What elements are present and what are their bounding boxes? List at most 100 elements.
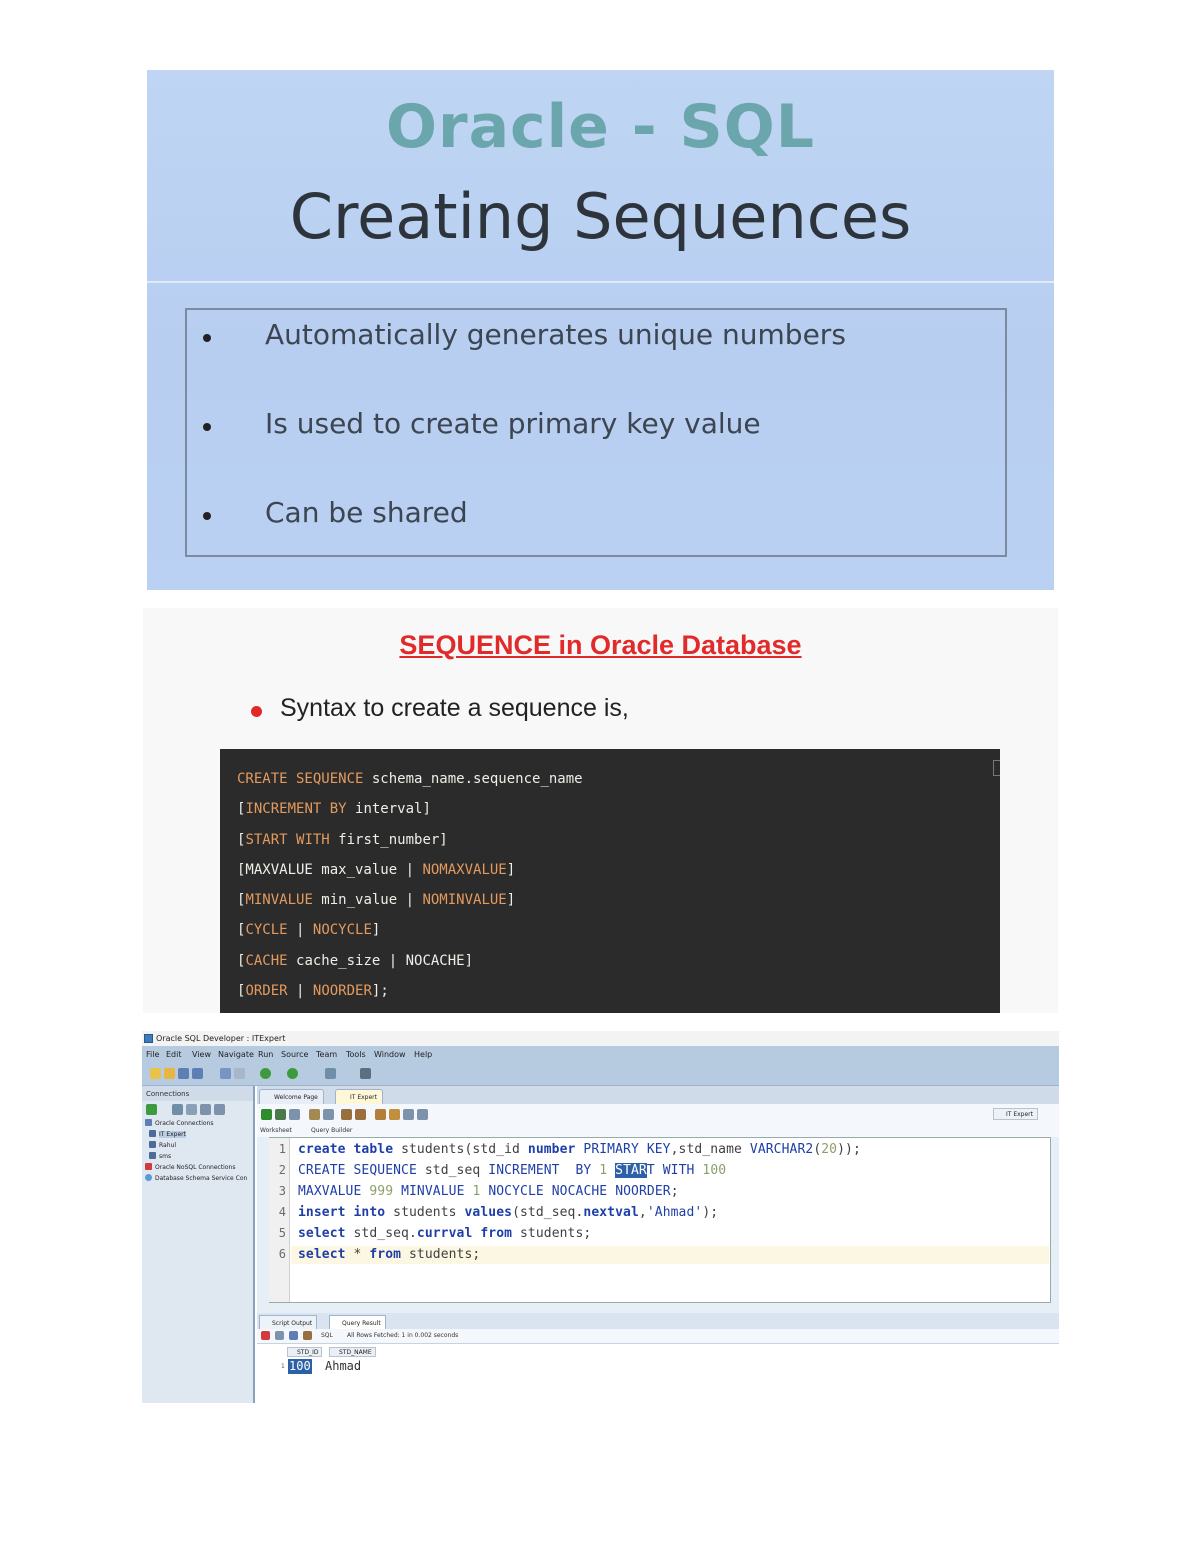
line-number-gutter: 1 2 3 4 5 6 xyxy=(269,1138,290,1302)
monitor-icon[interactable] xyxy=(360,1068,371,1079)
tree-item-rahul[interactable]: Rahul xyxy=(142,1140,253,1151)
tab-query-builder[interactable]: Query Builder xyxy=(311,1127,352,1134)
syntax-line: [CACHE cache_size | NOCACHE] xyxy=(237,952,474,969)
line-number: 6 xyxy=(278,1247,286,1261)
bullet-dot xyxy=(203,423,211,431)
tab-it-expert[interactable]: IT Expert xyxy=(335,1089,384,1104)
menu-source[interactable]: Source xyxy=(281,1050,308,1059)
menu-team[interactable]: Team xyxy=(316,1050,337,1059)
result-tabs: Script Output Query Result xyxy=(257,1313,1059,1329)
sql-developer-screenshot: Oracle SQL Developer : ITExpert File Edi… xyxy=(142,1031,1059,1403)
tree-label: IT Expert xyxy=(159,1131,187,1138)
copy-icon[interactable] xyxy=(993,760,1000,776)
filter-icon[interactable] xyxy=(186,1104,197,1115)
tab-query-result[interactable]: Query Result xyxy=(329,1315,386,1329)
bullet-item: Automatically generates unique numbers xyxy=(187,318,1007,358)
tab-worksheet[interactable]: Worksheet xyxy=(260,1127,292,1134)
bullet-text: Syntax to create a sequence is, xyxy=(280,694,629,722)
folder-icon xyxy=(145,1119,152,1126)
tab-label: IT Expert xyxy=(350,1094,378,1101)
menu-view[interactable]: View xyxy=(192,1050,211,1059)
db-icon[interactable] xyxy=(325,1068,336,1079)
menu-file[interactable]: File xyxy=(146,1050,159,1059)
redo-icon[interactable] xyxy=(234,1068,245,1079)
column-header-std-id[interactable]: STD_ID xyxy=(287,1347,323,1357)
tree-label: Oracle Connections xyxy=(155,1120,214,1127)
forward-icon[interactable] xyxy=(287,1068,298,1079)
export-icon[interactable] xyxy=(303,1331,312,1340)
menu-window[interactable]: Window xyxy=(374,1050,406,1059)
history-icon[interactable] xyxy=(403,1109,414,1120)
tree-item-oracle-connections[interactable]: Oracle Connections xyxy=(142,1118,253,1129)
run-script-icon[interactable] xyxy=(275,1109,286,1120)
syntax-line: [MAXVALUE max_value | NOMAXVALUE] xyxy=(237,861,516,878)
add-connection-icon[interactable] xyxy=(146,1104,157,1115)
slide-header: Oracle - SQL Creating Sequences xyxy=(147,70,1054,282)
worksheet-subtabs: Worksheet Query Builder xyxy=(257,1124,1059,1137)
open-icon[interactable] xyxy=(164,1068,175,1079)
bullet-dot xyxy=(251,706,262,717)
column-header-std-name[interactable]: STD_NAME xyxy=(329,1347,376,1357)
explain-icon[interactable] xyxy=(323,1109,334,1120)
line-number: 3 xyxy=(278,1184,286,1198)
slide-title: SEQUENCE in Oracle Database xyxy=(399,630,802,660)
tree-item-schema-service[interactable]: Database Schema Service Con xyxy=(142,1173,253,1184)
main-toolbar xyxy=(142,1062,1059,1086)
cell-std-id[interactable]: 100 xyxy=(288,1359,312,1374)
schema-icon[interactable] xyxy=(200,1104,211,1115)
tree-label: sms xyxy=(159,1153,172,1160)
panel-splitter[interactable] xyxy=(257,1304,1059,1313)
sql-tuning-icon[interactable] xyxy=(355,1109,366,1120)
database-icon xyxy=(149,1130,156,1137)
format-icon[interactable] xyxy=(417,1109,428,1120)
new-icon[interactable] xyxy=(150,1068,161,1079)
bullet-dot xyxy=(203,512,211,520)
tab-welcome-page[interactable]: Welcome Page xyxy=(259,1089,324,1104)
rollback-icon[interactable] xyxy=(309,1109,320,1120)
refresh-icon[interactable] xyxy=(172,1104,183,1115)
bullet-box: Automatically generates unique numbers I… xyxy=(185,308,1007,557)
print-icon[interactable] xyxy=(275,1331,284,1340)
tree-item-it-expert[interactable]: IT Expert xyxy=(142,1129,253,1140)
connection-select[interactable]: IT Expert xyxy=(993,1108,1039,1120)
code-line-5: select std_seq.currval from students; xyxy=(298,1226,592,1241)
save-icon[interactable] xyxy=(178,1068,189,1079)
import-icon[interactable] xyxy=(214,1104,225,1115)
clear-icon[interactable] xyxy=(389,1109,400,1120)
autotrace-icon[interactable] xyxy=(341,1109,352,1120)
tree-item-nosql[interactable]: Oracle NoSQL Connections xyxy=(142,1162,253,1173)
pin-icon[interactable] xyxy=(261,1331,270,1340)
window-titlebar: Oracle SQL Developer : ITExpert xyxy=(142,1031,1059,1046)
menu-help[interactable]: Help xyxy=(414,1050,432,1059)
run-statement-icon[interactable] xyxy=(261,1109,272,1120)
commit-icon[interactable] xyxy=(289,1109,300,1120)
code-line-3: MAXVALUE 999 MINVALUE 1 NOCYCLE NOCACHE … xyxy=(298,1184,679,1199)
code-line-4: insert into students values(std_seq.next… xyxy=(298,1205,719,1220)
back-icon[interactable] xyxy=(260,1068,271,1079)
refresh-icon[interactable] xyxy=(289,1331,298,1340)
window-title: Oracle SQL Developer : ITExpert xyxy=(156,1034,286,1043)
menu-tools[interactable]: Tools xyxy=(346,1050,366,1059)
tree-item-sms[interactable]: sms xyxy=(142,1151,253,1162)
menu-navigate[interactable]: Navigate xyxy=(218,1050,254,1059)
bullet-text: Can be shared xyxy=(265,496,468,529)
bullet-item: Can be shared xyxy=(187,496,1007,536)
tree-label: Oracle NoSQL Connections xyxy=(155,1164,236,1171)
unshared-icon[interactable] xyxy=(375,1109,386,1120)
bullet-dot xyxy=(203,334,211,342)
bullet-text: Automatically generates unique numbers xyxy=(265,318,846,351)
header-divider xyxy=(147,281,1054,283)
save-all-icon[interactable] xyxy=(192,1068,203,1079)
tab-script-output[interactable]: Script Output xyxy=(259,1315,318,1329)
sql-editor[interactable]: 1 2 3 4 5 6 create table students(std_id… xyxy=(269,1137,1051,1303)
menu-run[interactable]: Run xyxy=(258,1050,273,1059)
sql-label[interactable]: SQL xyxy=(321,1332,333,1339)
undo-icon[interactable] xyxy=(220,1068,231,1079)
menu-edit[interactable]: Edit xyxy=(166,1050,182,1059)
connections-toolbar xyxy=(142,1101,253,1118)
syntax-line: [START WITH first_number] xyxy=(237,831,448,848)
cell-std-name[interactable]: Ahmad xyxy=(325,1359,361,1374)
bullet-text: Is used to create primary key value xyxy=(265,407,761,440)
slide-oracle-sql-sequences: Oracle - SQL Creating Sequences Automati… xyxy=(147,70,1054,590)
connections-panel: Connections Oracle Connections IT Expert… xyxy=(142,1086,255,1403)
